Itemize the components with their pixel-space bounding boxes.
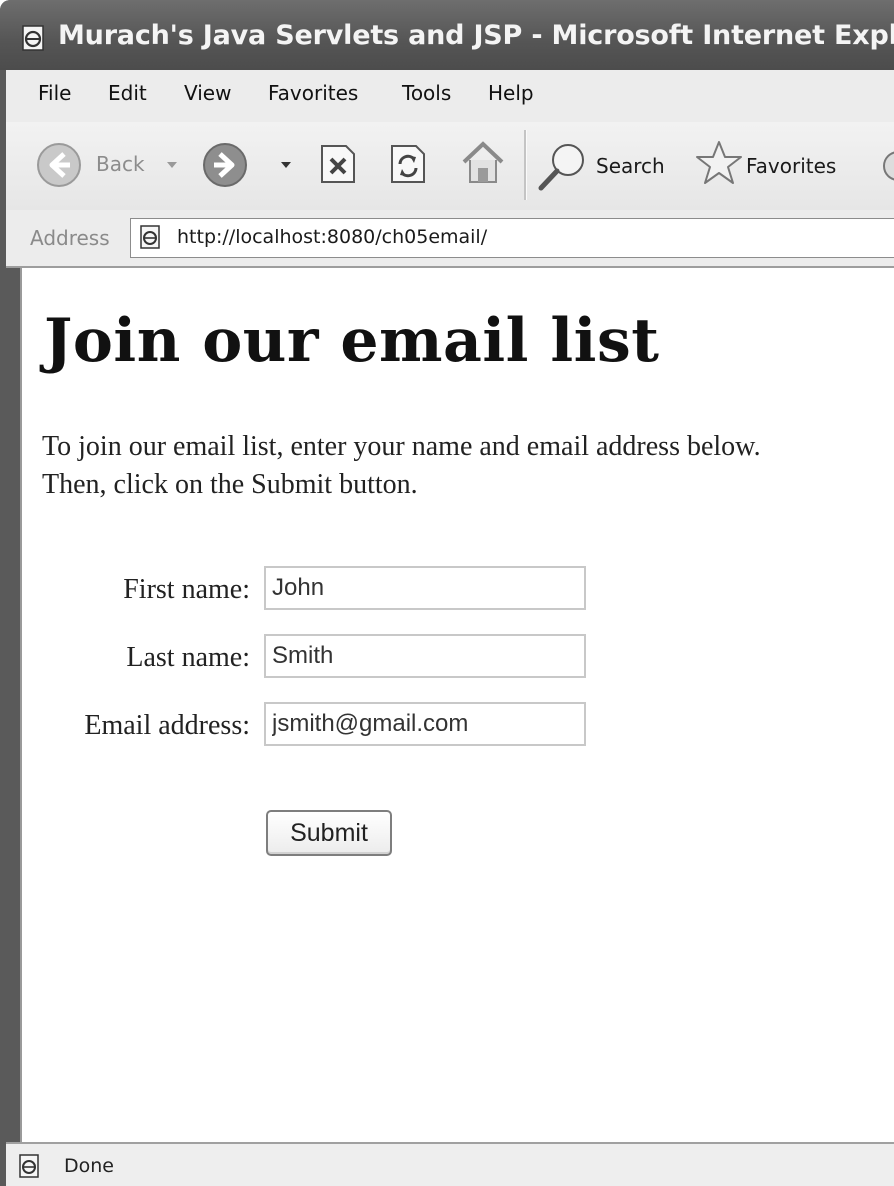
- toolbar: Back Search Favorites: [6, 122, 894, 211]
- email-field[interactable]: [264, 702, 586, 746]
- home-icon: [462, 141, 504, 183]
- title-bar[interactable]: Murach's Java Servlets and JSP - Microso…: [0, 0, 894, 70]
- menu-bar: File Edit View Favorites Tools Help: [6, 70, 894, 123]
- home-button[interactable]: [458, 138, 508, 188]
- first-name-field[interactable]: [264, 566, 586, 610]
- page-content: Join our email list To join our email li…: [20, 268, 894, 1142]
- address-url: http://localhost:8080/ch05email/: [177, 226, 488, 248]
- media-icon: [883, 151, 894, 181]
- intro-text: To join our email list, enter your name …: [42, 428, 894, 504]
- window-title: Murach's Java Servlets and JSP - Microso…: [58, 20, 894, 51]
- star-icon: [696, 141, 742, 184]
- favorites-button[interactable]: Favorites: [694, 138, 864, 194]
- refresh-icon: [391, 145, 425, 183]
- ie-page-icon: [22, 25, 44, 51]
- chevron-down-icon: [167, 162, 177, 168]
- back-arrow-icon: [37, 143, 81, 187]
- status-bar: Done: [6, 1142, 894, 1186]
- address-input[interactable]: http://localhost:8080/ch05email/: [130, 218, 894, 258]
- refresh-button[interactable]: [388, 142, 428, 186]
- chevron-down-icon: [281, 162, 291, 168]
- back-button[interactable]: Back: [36, 140, 186, 190]
- menu-tools[interactable]: Tools: [402, 81, 451, 105]
- forward-button[interactable]: [202, 140, 302, 190]
- stop-icon: [321, 145, 355, 183]
- browser-window: Murach's Java Servlets and JSP - Microso…: [0, 0, 894, 1186]
- email-label: Email address:: [84, 710, 250, 741]
- page-title: Join our email list: [44, 306, 660, 376]
- search-label: Search: [596, 154, 665, 178]
- favorites-label: Favorites: [746, 154, 837, 178]
- status-text: Done: [64, 1155, 114, 1177]
- page-icon: [19, 1154, 39, 1178]
- menu-edit[interactable]: Edit: [108, 81, 147, 105]
- back-label: Back: [96, 152, 145, 176]
- toolbar-separator: [524, 130, 527, 200]
- first-name-label: First name:: [123, 574, 250, 605]
- page-icon: [140, 225, 160, 249]
- address-label: Address: [30, 226, 110, 250]
- intro-line-1: To join our email list, enter your name …: [42, 431, 761, 462]
- menu-file[interactable]: File: [38, 81, 71, 105]
- last-name-label: Last name:: [126, 642, 250, 673]
- search-button[interactable]: Search: [536, 138, 676, 194]
- menu-view[interactable]: View: [184, 81, 231, 105]
- forward-arrow-icon: [203, 143, 247, 187]
- submit-button[interactable]: Submit: [266, 810, 392, 856]
- search-icon: [538, 144, 584, 191]
- stop-button[interactable]: [318, 142, 358, 186]
- last-name-field[interactable]: [264, 634, 586, 678]
- address-bar: Address http://localhost:8080/ch05email/: [6, 210, 894, 268]
- menu-favorites[interactable]: Favorites: [268, 81, 358, 105]
- intro-line-2: Then, click on the Submit button.: [42, 469, 418, 500]
- media-button[interactable]: [878, 148, 894, 184]
- menu-help[interactable]: Help: [488, 81, 534, 105]
